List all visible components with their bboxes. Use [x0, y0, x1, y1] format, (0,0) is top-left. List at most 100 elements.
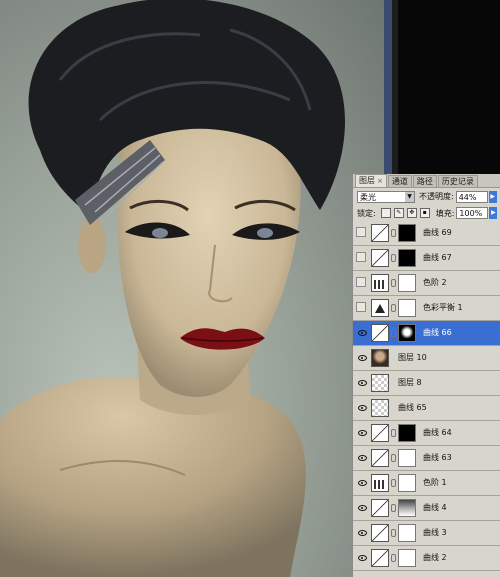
eye-hidden-icon[interactable]: [356, 227, 366, 237]
panel-tabs: 图层 × 通道 路径 历史记录: [353, 174, 500, 188]
tab-history[interactable]: 历史记录: [437, 175, 478, 187]
fill-input[interactable]: 100%: [456, 207, 489, 219]
lock-position-icon[interactable]: ✥: [406, 208, 417, 218]
link-chain-icon[interactable]: [391, 454, 396, 462]
opacity-input[interactable]: 44%: [455, 190, 488, 203]
eye-hidden-icon[interactable]: [356, 302, 366, 312]
eye-hidden-icon[interactable]: [356, 252, 366, 262]
eye-icon[interactable]: [356, 552, 367, 562]
layer-name[interactable]: 图层 8: [398, 377, 422, 389]
layer-row[interactable]: 曲线 64: [353, 421, 500, 446]
link-chain-icon[interactable]: [391, 529, 396, 537]
layer-mask-thumbnail[interactable]: [398, 299, 416, 317]
layer-name[interactable]: 曲线 66: [423, 327, 452, 339]
curves-adjustment-icon[interactable]: [371, 324, 389, 342]
layer-mask-thumbnail[interactable]: [398, 474, 416, 492]
canvas-scrollbar[interactable]: [384, 0, 392, 175]
tab-channels[interactable]: 通道: [387, 175, 412, 187]
layer-thumbnail[interactable]: [371, 349, 389, 367]
curves-adjustment-icon[interactable]: [371, 549, 389, 567]
lock-all-icon[interactable]: ▪: [419, 208, 430, 218]
fill-arrow-icon[interactable]: ▶: [489, 207, 498, 219]
blend-mode-value: 柔光: [360, 192, 376, 202]
lock-transparent-icon[interactable]: [380, 208, 391, 218]
link-chain-icon[interactable]: [391, 329, 396, 337]
layer-row[interactable]: 图层 10: [353, 346, 500, 371]
layer-name[interactable]: 曲线 67: [423, 252, 452, 264]
layer-row[interactable]: 曲线 66: [353, 321, 500, 346]
layer-row[interactable]: 曲线 63: [353, 446, 500, 471]
link-chain-icon[interactable]: [391, 504, 396, 512]
eye-icon[interactable]: [356, 327, 367, 337]
eye-icon[interactable]: [356, 452, 367, 462]
eye-icon[interactable]: [356, 477, 367, 487]
layer-name[interactable]: 色阶 2: [423, 277, 447, 289]
layer-name[interactable]: 曲线 65: [398, 402, 427, 414]
layer-mask-thumbnail[interactable]: [398, 424, 416, 442]
chevron-down-icon[interactable]: ▼: [405, 191, 414, 202]
layer-row[interactable]: 曲线 2: [353, 546, 500, 571]
layer-mask-thumbnail[interactable]: [398, 449, 416, 467]
workspace-edge: [392, 0, 398, 175]
layer-mask-thumbnail[interactable]: [398, 324, 416, 342]
eye-icon[interactable]: [356, 377, 367, 387]
layer-name[interactable]: 曲线 63: [423, 452, 452, 464]
levels-adjustment-icon[interactable]: [371, 274, 389, 292]
link-chain-icon[interactable]: [391, 429, 396, 437]
link-chain-icon[interactable]: [391, 229, 396, 237]
layer-mask-thumbnail[interactable]: [398, 249, 416, 267]
link-chain-icon[interactable]: [391, 304, 396, 312]
link-chain-icon[interactable]: [391, 254, 396, 262]
layer-name[interactable]: 曲线 64: [423, 427, 452, 439]
eye-icon[interactable]: [356, 427, 367, 437]
layer-mask-thumbnail[interactable]: [398, 224, 416, 242]
layer-row[interactable]: 色彩平衡 1: [353, 296, 500, 321]
link-chain-icon[interactable]: [391, 479, 396, 487]
lock-pixels-icon[interactable]: ✎: [393, 208, 404, 218]
layer-mask-thumbnail[interactable]: [398, 549, 416, 567]
opacity-arrow-icon[interactable]: ▶: [488, 190, 497, 203]
curves-adjustment-icon[interactable]: [371, 449, 389, 467]
layer-name[interactable]: 图层 10: [398, 352, 427, 364]
curves-adjustment-icon[interactable]: [371, 424, 389, 442]
layer-row[interactable]: 图层 8: [353, 371, 500, 396]
layer-row[interactable]: 曲线 65: [353, 396, 500, 421]
tab-paths[interactable]: 路径: [412, 175, 437, 187]
balance-adjustment-icon[interactable]: [371, 299, 389, 317]
curves-adjustment-icon[interactable]: [371, 499, 389, 517]
curves-adjustment-icon[interactable]: [371, 224, 389, 242]
link-chain-icon[interactable]: [391, 279, 396, 287]
image-canvas[interactable]: [0, 0, 384, 577]
tab-layers[interactable]: 图层 ×: [355, 174, 387, 187]
layer-mask-thumbnail[interactable]: [398, 524, 416, 542]
eye-icon[interactable]: [356, 352, 367, 362]
layer-row[interactable]: 曲线 4: [353, 496, 500, 521]
layer-row[interactable]: 色阶 1: [353, 471, 500, 496]
layer-name[interactable]: 曲线 2: [423, 552, 447, 564]
layer-row[interactable]: 色阶 2: [353, 271, 500, 296]
eye-icon[interactable]: [356, 527, 367, 537]
eye-icon[interactable]: [356, 402, 367, 412]
layer-row[interactable]: 曲线 67: [353, 246, 500, 271]
link-chain-icon[interactable]: [391, 554, 396, 562]
layer-name[interactable]: 曲线 4: [423, 502, 447, 514]
curves-adjustment-icon[interactable]: [371, 249, 389, 267]
workspace-dark-area: [392, 0, 500, 175]
eye-icon[interactable]: [356, 502, 367, 512]
eye-hidden-icon[interactable]: [356, 277, 366, 287]
layer-mask-thumbnail[interactable]: [398, 274, 416, 292]
layer-row[interactable]: 曲线 69: [353, 221, 500, 246]
close-icon[interactable]: ×: [377, 177, 383, 185]
layer-thumbnail[interactable]: [371, 399, 389, 417]
layer-row[interactable]: 曲线 3: [353, 521, 500, 546]
levels-adjustment-icon[interactable]: [371, 474, 389, 492]
layer-name[interactable]: 色彩平衡 1: [423, 302, 463, 314]
tab-channels-label: 通道: [391, 177, 408, 186]
layer-name[interactable]: 曲线 69: [423, 227, 452, 239]
curves-adjustment-icon[interactable]: [371, 524, 389, 542]
blend-mode-select[interactable]: 柔光 ▼: [357, 190, 415, 203]
layer-name[interactable]: 色阶 1: [423, 477, 447, 489]
layer-name[interactable]: 曲线 3: [423, 527, 447, 539]
layer-thumbnail[interactable]: [371, 374, 389, 392]
layer-mask-thumbnail[interactable]: [398, 499, 416, 517]
